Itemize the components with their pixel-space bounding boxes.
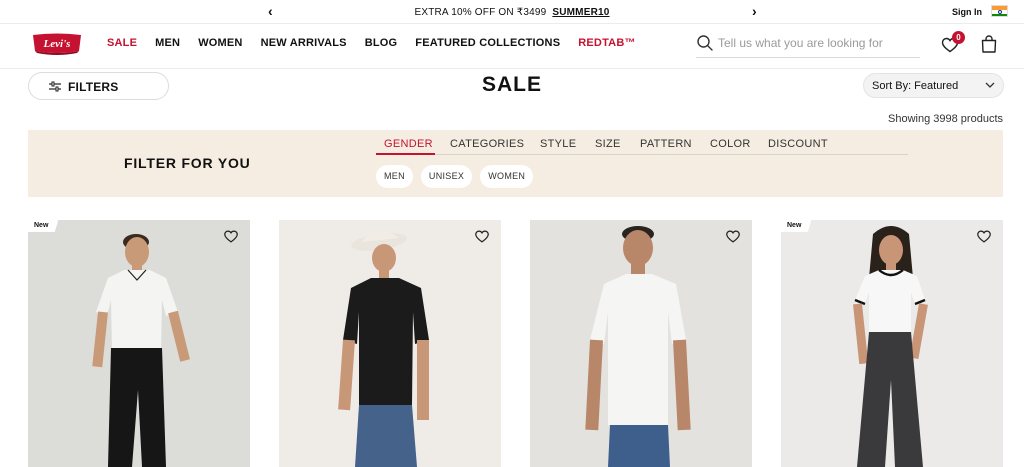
chip-women[interactable]: WOMEN: [480, 165, 534, 188]
product-image: [530, 220, 752, 467]
promo-code[interactable]: SUMMER10: [552, 7, 609, 18]
new-badge: New: [28, 220, 59, 232]
nav-redtab[interactable]: REDTAB™: [578, 37, 635, 49]
filter-tabs: GENDER CATEGORIES STYLE SIZE PATTERN COLOR DIS…: [376, 137, 908, 155]
product-card[interactable]: New: [28, 220, 250, 467]
tab-pattern[interactable]: PATTERN: [640, 138, 692, 150]
announcement-bar: ‹ EXTRA 10% OFF ON ₹3499 SUMMER10 › Sign…: [0, 0, 1024, 24]
product-count: Showing 3998 products: [888, 113, 1003, 125]
nav-women[interactable]: WOMEN: [198, 37, 242, 49]
search-bar: [696, 32, 920, 58]
nav-sale[interactable]: SALE: [107, 37, 137, 49]
nav-blog[interactable]: BLOG: [365, 37, 398, 49]
heart-icon[interactable]: [474, 229, 490, 244]
sort-dropdown[interactable]: Sort By: Featured: [863, 73, 1004, 98]
chip-men[interactable]: MEN: [376, 165, 413, 188]
levis-logo[interactable]: Levi's: [31, 33, 83, 55]
tab-discount[interactable]: DISCOUNT: [768, 138, 828, 150]
tab-color[interactable]: COLOR: [710, 138, 751, 150]
promo-text: EXTRA 10% OFF ON ₹3499: [414, 7, 547, 18]
chevron-right-icon[interactable]: ›: [752, 3, 757, 19]
product-card[interactable]: [279, 220, 501, 467]
filter-for-you-panel: FILTER FOR YOU GENDER CATEGORIES STYLE SIZE…: [28, 130, 1003, 197]
wishlist-count-badge: 0: [952, 31, 965, 44]
product-card[interactable]: New: [781, 220, 1003, 467]
search-input[interactable]: [718, 34, 914, 52]
promo-message: EXTRA 10% OFF ON ₹3499 SUMMER10: [0, 7, 1024, 18]
product-image: [279, 220, 501, 467]
filter-chips: MEN UNISEX WOMEN: [376, 165, 534, 188]
nav-featured-collections[interactable]: FEATURED COLLECTIONS: [415, 37, 560, 49]
product-image: [781, 220, 1003, 467]
wishlist-button[interactable]: 0: [941, 31, 965, 54]
primary-nav: SALE MEN WOMEN NEW ARRIVALS BLOG FEATURED COL…: [107, 37, 636, 49]
tab-size[interactable]: SIZE: [595, 138, 621, 150]
product-image: [28, 220, 250, 467]
filter-for-you-title: FILTER FOR YOU: [124, 155, 251, 171]
heart-icon[interactable]: [725, 229, 741, 244]
product-card[interactable]: [530, 220, 752, 467]
main-header: Levi's SALE MEN WOMEN NEW ARRIVALS BLOG FEATU…: [0, 24, 1024, 69]
heart-icon[interactable]: [223, 229, 239, 244]
india-flag-icon[interactable]: [991, 5, 1008, 17]
search-icon[interactable]: [696, 34, 714, 52]
chevron-down-icon: [985, 82, 995, 88]
tab-categories[interactable]: CATEGORIES: [450, 138, 524, 150]
sign-in-link[interactable]: Sign In: [952, 7, 982, 17]
tab-style[interactable]: STYLE: [540, 138, 576, 150]
shopping-bag-icon[interactable]: [981, 35, 997, 53]
new-badge: New: [781, 220, 812, 232]
nav-new-arrivals[interactable]: NEW ARRIVALS: [261, 37, 347, 49]
active-tab-indicator: [376, 153, 435, 155]
tab-gender[interactable]: GENDER: [384, 138, 433, 150]
heart-icon[interactable]: [976, 229, 992, 244]
logo-text: Levi's: [43, 38, 71, 50]
chip-unisex[interactable]: UNISEX: [420, 165, 473, 188]
sort-label: Sort By: Featured: [872, 80, 959, 92]
nav-men[interactable]: MEN: [155, 37, 180, 49]
